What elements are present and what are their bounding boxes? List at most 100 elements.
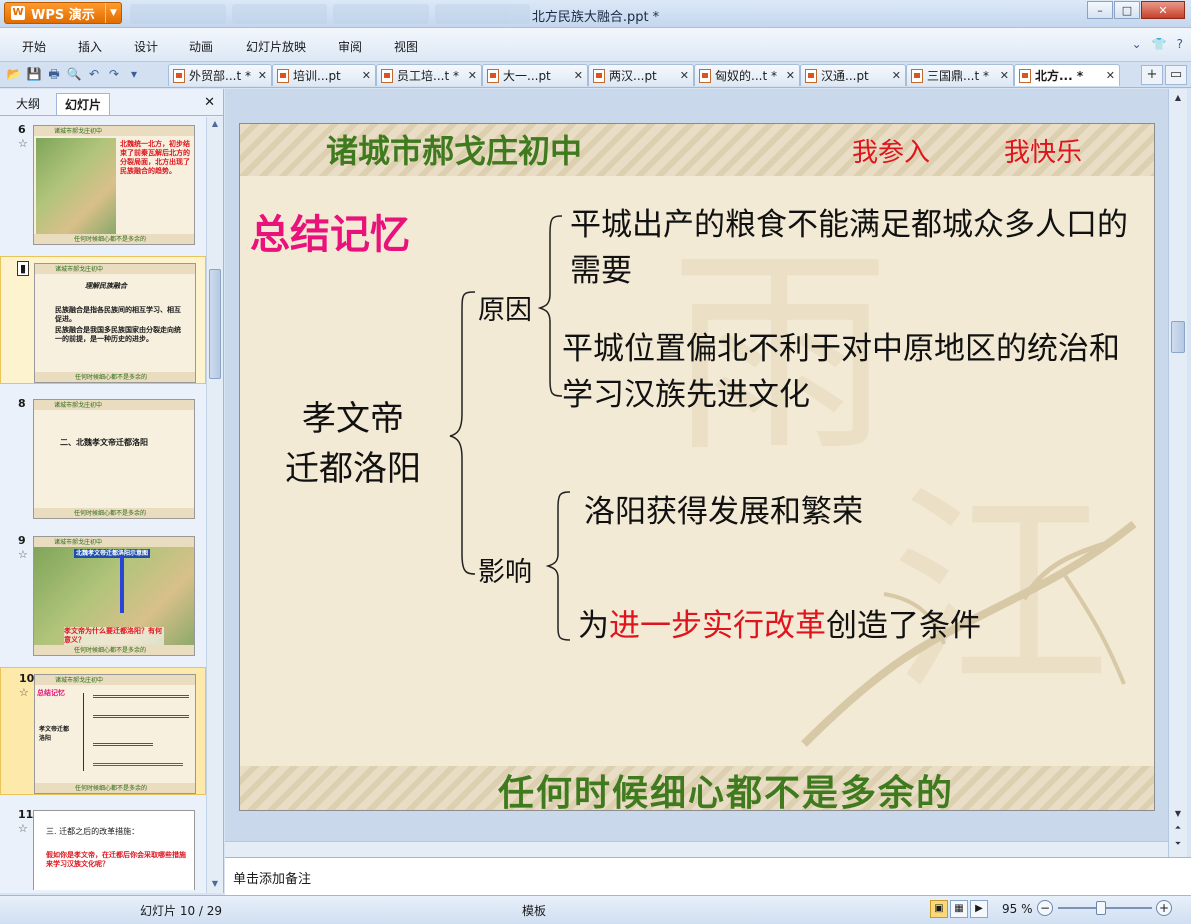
tab-document[interactable]: 培训...pt ✕ — [272, 64, 376, 86]
tab-document[interactable]: 员工培...t * ✕ — [376, 64, 482, 86]
normal-view-icon[interactable]: ▣ — [930, 900, 948, 918]
next-slide-icon[interactable]: ⏷ — [1172, 839, 1184, 849]
school-name[interactable]: 诸城市郝戈庄初中 — [326, 126, 582, 172]
close-tab-icon[interactable]: ✕ — [1106, 69, 1115, 82]
slide-sorter-icon[interactable]: ▦ — [950, 900, 968, 918]
help-icon[interactable]: ? — [1177, 37, 1183, 51]
panel-scrollbar[interactable]: ▲ ▼ — [206, 117, 223, 893]
tab-list-icon[interactable]: ▭ — [1165, 65, 1187, 85]
tab-outline[interactable]: 大纲 — [8, 93, 48, 115]
save-icon[interactable]: 💾 — [26, 66, 42, 82]
zoom-in-icon[interactable]: + — [1156, 900, 1172, 916]
horizontal-scrollbar[interactable] — [225, 841, 1168, 857]
cause-text[interactable]: 平城出产的粮食不能满足都城众多人口的需要 — [570, 202, 1130, 294]
effect-label[interactable]: 影响 — [478, 550, 532, 589]
thumb-header: 诸城市郝戈庄初中 — [34, 126, 194, 136]
close-tab-icon[interactable]: ✕ — [574, 69, 583, 82]
redo-icon[interactable]: ↷ — [106, 66, 122, 82]
close-tab-icon[interactable]: ✕ — [362, 69, 371, 82]
zoom-level[interactable]: 95 % — [1002, 902, 1033, 916]
print-icon[interactable]: 🖶 — [46, 66, 62, 82]
slide-thumbnail-selected[interactable]: 10 ☆ 诸城市郝戈庄初中 总结记忆 孝文帝迁都洛阳 任何时候细心都不是多余的 — [0, 667, 206, 795]
close-tab-icon[interactable]: ✕ — [680, 69, 689, 82]
scroll-up-icon[interactable]: ▲ — [1172, 93, 1184, 102]
close-tab-icon[interactable]: ✕ — [892, 69, 901, 82]
tab-label: 两汉...pt — [609, 69, 657, 83]
zoom-out-icon[interactable]: − — [1037, 900, 1053, 916]
slide-thumbnail[interactable]: 9 ☆ 诸城市郝戈庄初中 北魏孝文帝迁都洛阳示意图 孝文帝为什么要迁都洛阳？有何… — [0, 530, 206, 658]
slide-number: 9 — [18, 534, 26, 547]
ppt-file-icon — [699, 68, 711, 83]
slide-number: 11 — [18, 808, 34, 821]
scroll-thumb[interactable] — [1171, 321, 1185, 353]
menu-animation[interactable]: 动画 — [189, 38, 213, 55]
tab-document-active[interactable]: 北方... * ✕ — [1014, 64, 1120, 86]
previous-slide-icon[interactable]: ⏶ — [1172, 823, 1184, 833]
tab-document[interactable]: 两汉...pt ✕ — [588, 64, 694, 86]
tab-slides[interactable]: 幻灯片 — [56, 93, 111, 115]
cause-label[interactable]: 原因 — [478, 288, 532, 327]
window-title: 北方民族大融合.ppt * — [531, 10, 660, 25]
close-button[interactable]: ✕ — [1141, 1, 1185, 19]
motto-text[interactable]: 我快乐 — [1004, 132, 1082, 169]
slide-title[interactable]: 总结记忆 — [250, 202, 410, 260]
scroll-down-icon[interactable]: ▼ — [1172, 809, 1184, 818]
close-tab-icon[interactable]: ✕ — [468, 69, 477, 82]
thumb-text: 北魏统一北方，初步结束了前秦瓦解后北方的分裂局面，北方出现了民族融合的趋势。 — [120, 140, 190, 175]
menu-review[interactable]: 审阅 — [338, 38, 362, 55]
menu-design[interactable]: 设计 — [134, 38, 158, 55]
slide-thumbnail[interactable]: 11 ☆ 三. 迁都之后的改革措施： 假如你是孝文帝，在迁都后你会采取哪些措施来… — [0, 804, 206, 890]
customize-toolbar-icon[interactable]: ▾ — [126, 66, 142, 82]
menu-slideshow[interactable]: 幻灯片放映 — [246, 38, 306, 55]
print-preview-icon[interactable]: 🔍 — [66, 66, 82, 82]
thumb-footer: 任何时候细心都不是多余的 — [35, 372, 195, 382]
central-topic[interactable]: 孝文帝 迁都洛阳 — [264, 394, 442, 494]
chevron-down-icon[interactable]: ⌄ — [1132, 37, 1142, 51]
template-label[interactable]: 模板 — [522, 902, 546, 919]
tab-document[interactable]: 大一...pt ✕ — [482, 64, 588, 86]
notes-pane[interactable]: 单击添加备注 — [225, 857, 1191, 895]
footer-motto[interactable]: 任何时候细心都不是多余的 — [498, 764, 954, 810]
slide-number: ▮ — [17, 261, 30, 276]
motto-text[interactable]: 我参入 — [852, 132, 930, 169]
thumb-header: 诸城市郝戈庄初中 — [35, 675, 195, 685]
menu-view[interactable]: 视图 — [394, 38, 418, 55]
close-tab-icon[interactable]: ✕ — [258, 69, 267, 82]
minimize-button[interactable]: – — [1087, 1, 1113, 19]
undo-icon[interactable]: ↶ — [86, 66, 102, 82]
slide-number: 6 — [18, 123, 26, 136]
close-tab-icon[interactable]: ✕ — [786, 69, 795, 82]
thumb-text: 假如你是孝文帝，在迁都后你会采取哪些措施来学习汉族文化呢？ — [46, 851, 186, 868]
tab-label: 汉通...pt — [821, 69, 869, 83]
close-panel-icon[interactable]: ✕ — [204, 95, 215, 110]
effect-text-part: 为 — [578, 608, 609, 644]
scroll-down-icon[interactable]: ▼ — [209, 879, 221, 891]
maximize-button[interactable]: □ — [1114, 1, 1140, 19]
current-slide[interactable]: 雨 江 诸城市郝戈庄初中 我参入 我快乐 总结记忆 孝文帝 迁都洛阳 原因 影响… — [239, 123, 1155, 811]
effect-text[interactable]: 洛阳获得发展和繁荣 — [584, 486, 863, 531]
thumbnail-preview: 诸城市郝戈庄初中 理解民族融合 民族融合是指各民族间的相互学习、相互促进。 民族… — [34, 263, 196, 383]
tab-document[interactable]: 汉通...pt ✕ — [800, 64, 906, 86]
scroll-thumb[interactable] — [209, 269, 221, 379]
new-tab-icon[interactable]: + — [1141, 65, 1163, 85]
close-tab-icon[interactable]: ✕ — [1000, 69, 1009, 82]
slide-thumbnail[interactable]: 6 ☆ 诸城市郝戈庄初中 北魏统一北方，初步结束了前秦瓦解后北方的分裂局面，北方… — [0, 119, 206, 247]
zoom-slider-thumb[interactable] — [1096, 901, 1106, 915]
scroll-up-icon[interactable]: ▲ — [209, 119, 221, 131]
open-folder-icon[interactable]: 📂 — [6, 66, 22, 82]
effect-text[interactable]: 为进一步实行改革创造了条件 — [578, 600, 981, 645]
topic-line: 孝文帝 — [302, 399, 404, 439]
tab-document[interactable]: 三国鼎...t * ✕ — [906, 64, 1014, 86]
menu-home[interactable]: 开始 — [22, 38, 46, 55]
slide-thumbnail[interactable]: ▮ 诸城市郝戈庄初中 理解民族融合 民族融合是指各民族间的相互学习、相互促进。 … — [0, 256, 206, 384]
tab-document[interactable]: 外贸部...t * ✕ — [168, 64, 272, 86]
thumb-header: 诸城市郝戈庄初中 — [34, 400, 194, 410]
shirt-icon[interactable]: 👕 — [1152, 37, 1167, 51]
slide-thumbnail[interactable]: 8 诸城市郝戈庄初中 二、北魏孝文帝迁都洛阳 任何时候细心都不是多余的 — [0, 393, 206, 521]
menu-insert[interactable]: 插入 — [78, 38, 102, 55]
slideshow-icon[interactable]: ▶ — [970, 900, 988, 918]
vertical-scrollbar[interactable]: ▲ ▼ ⏶ ⏷ — [1168, 89, 1187, 857]
slide-number: 8 — [18, 397, 26, 410]
tab-document[interactable]: 匈奴的...t * ✕ — [694, 64, 800, 86]
cause-text[interactable]: 平城位置偏北不利于对中原地区的统治和学习汉族先进文化 — [562, 326, 1122, 418]
